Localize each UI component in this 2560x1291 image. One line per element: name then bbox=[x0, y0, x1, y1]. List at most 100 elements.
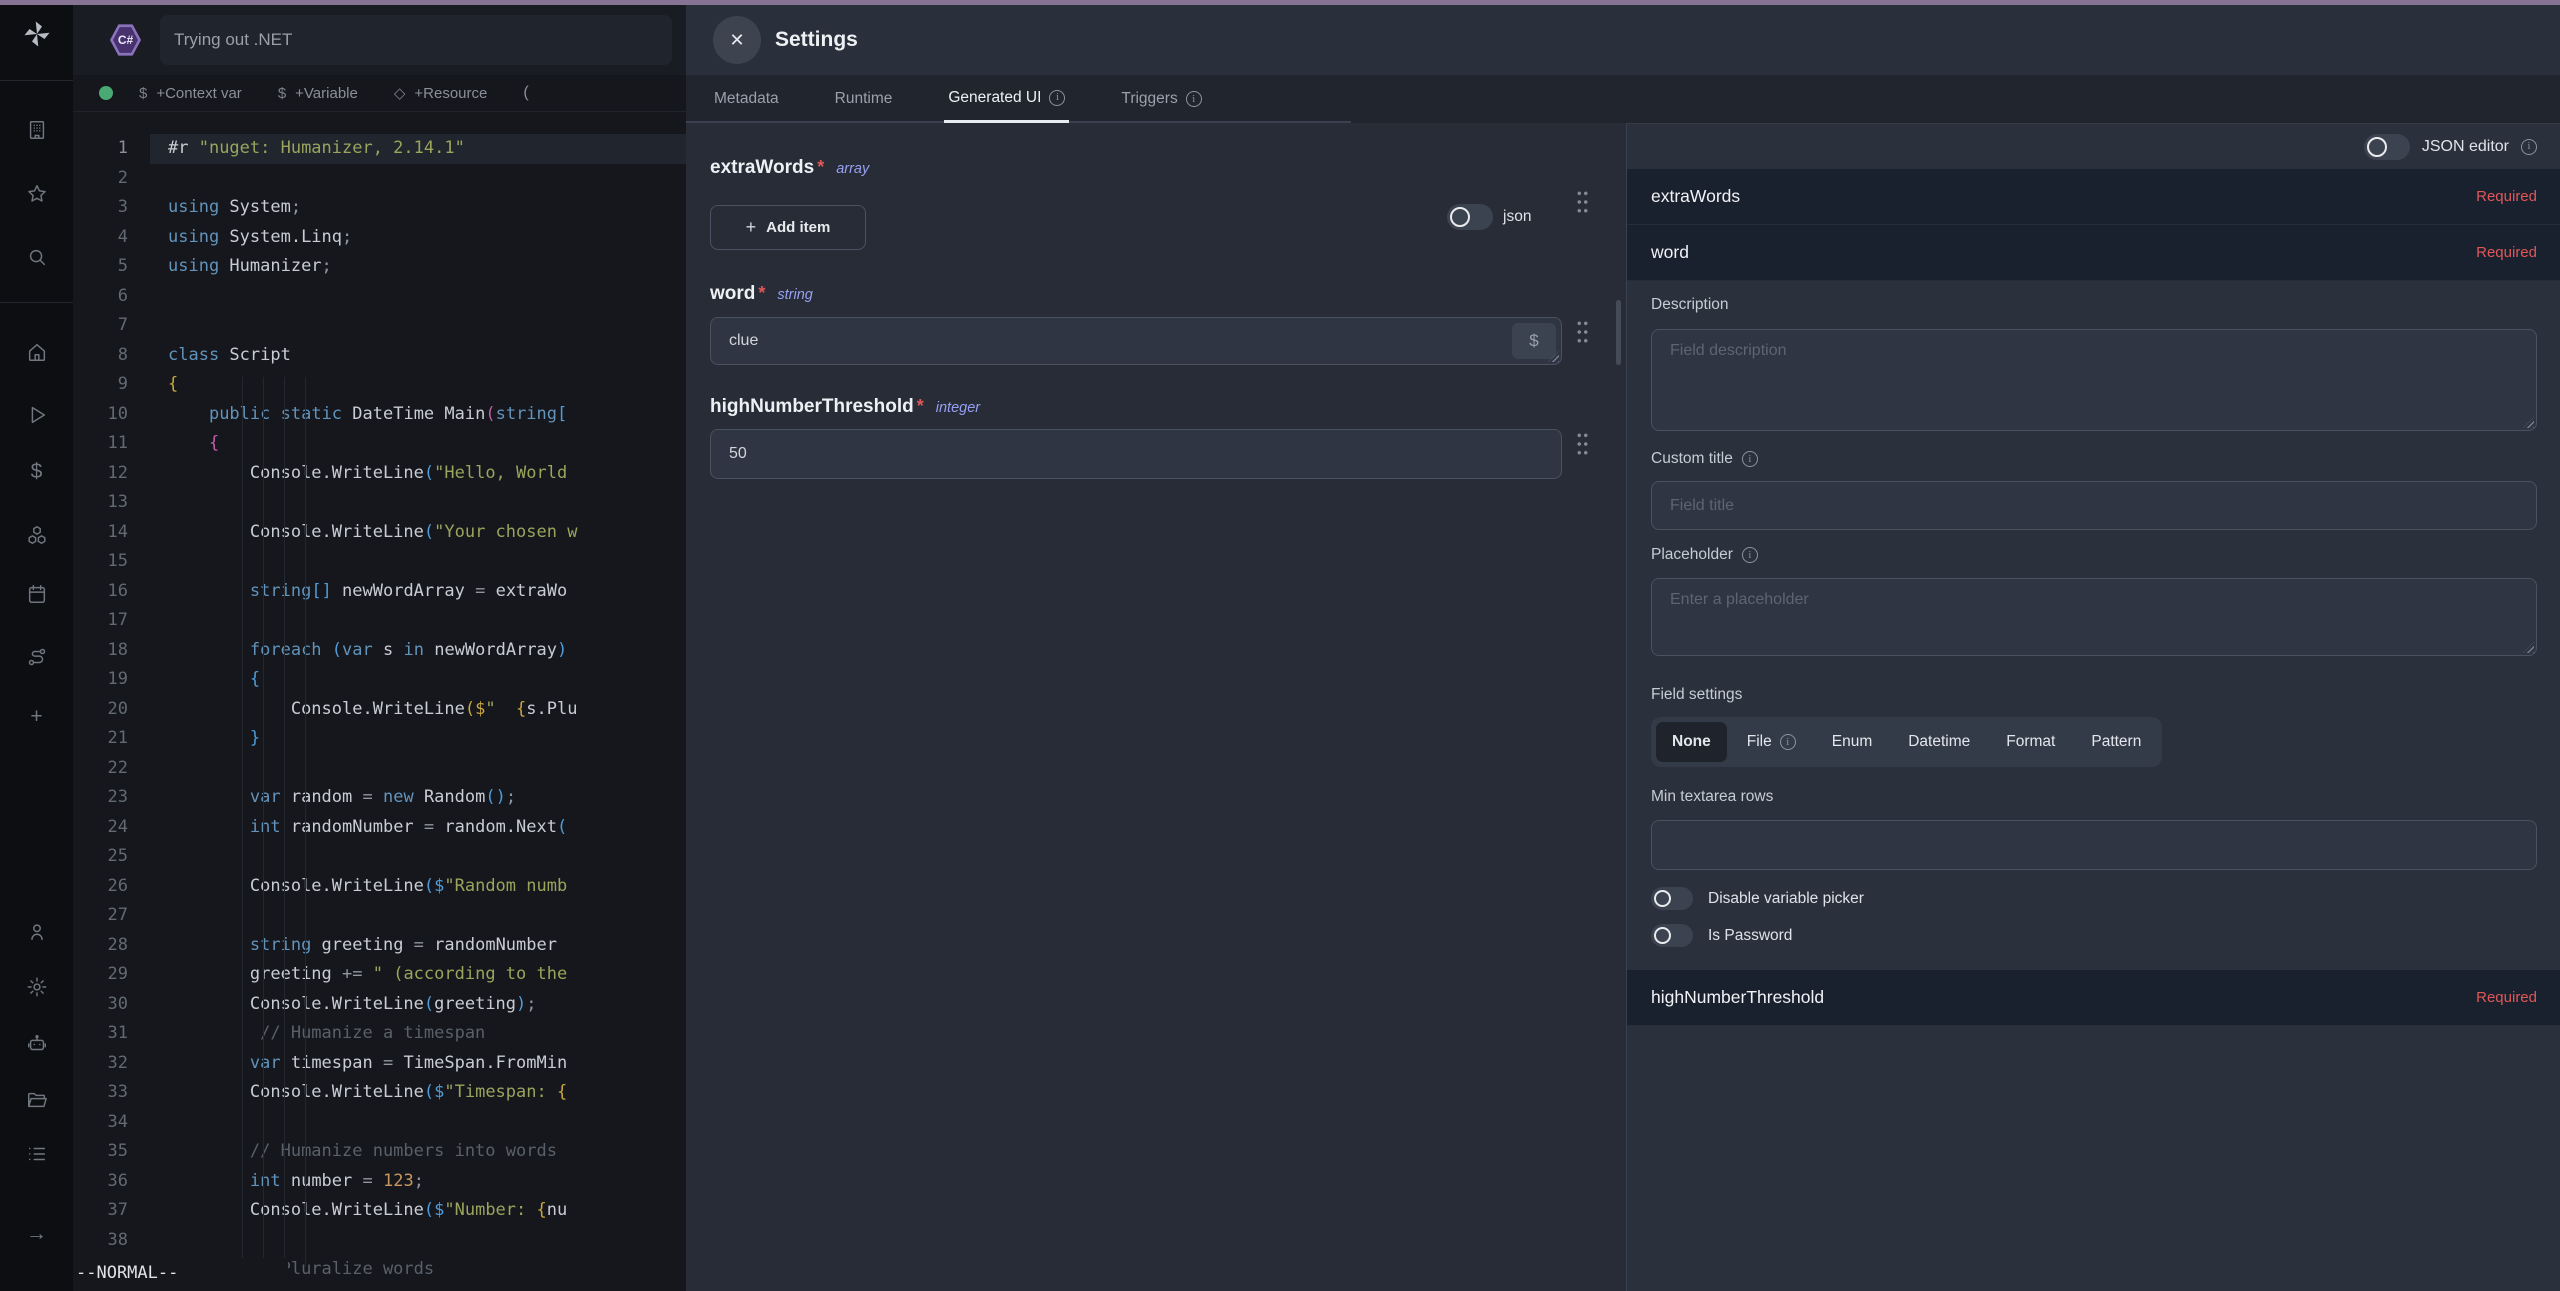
code-line[interactable]: 8class Script bbox=[73, 341, 686, 371]
runs-play-icon[interactable] bbox=[22, 402, 52, 428]
line-number: 23 bbox=[73, 783, 128, 813]
tab-metadata[interactable]: Metadata bbox=[710, 75, 783, 123]
tab-generated-ui[interactable]: Generated UI bbox=[944, 75, 1069, 123]
field-setting-option-enum[interactable]: Enum bbox=[1816, 722, 1889, 762]
panel-row-highnumberthreshold[interactable]: highNumberThreshold Required bbox=[1627, 970, 2560, 1026]
script-title-field[interactable]: Trying out .NET bbox=[160, 15, 672, 65]
field-setting-option-pattern[interactable]: Pattern bbox=[2075, 722, 2157, 762]
resources-cubes-icon[interactable] bbox=[22, 522, 52, 548]
is-password-toggle[interactable] bbox=[1651, 924, 1693, 947]
user-icon[interactable] bbox=[22, 919, 52, 945]
form-scrollbar[interactable] bbox=[1616, 300, 1621, 365]
code-line[interactable]: 22 bbox=[73, 754, 686, 784]
line-text: Console.WriteLine("Hello, World bbox=[128, 459, 567, 489]
toolbar-button--resource[interactable]: ◇+Resource bbox=[394, 84, 488, 102]
code-line[interactable]: 29 greeting += " (according to the bbox=[73, 960, 686, 990]
min-textarea-rows-input[interactable] bbox=[1651, 820, 2537, 870]
code-editor[interactable]: 1#r "nuget: Humanizer, 2.14.1"23using Sy… bbox=[73, 112, 686, 1291]
panel-row-extrawords[interactable]: extraWords Required bbox=[1627, 169, 2560, 225]
code-line[interactable]: 20 Console.WriteLine($" {s.Plu bbox=[73, 695, 686, 725]
code-line[interactable]: 4using System.Linq; bbox=[73, 223, 686, 253]
word-input[interactable] bbox=[710, 317, 1562, 365]
code-line[interactable]: 37 Console.WriteLine($"Number: {nu bbox=[73, 1196, 686, 1226]
code-line[interactable]: 28 string greeting = randomNumber bbox=[73, 931, 686, 961]
logs-list-icon[interactable] bbox=[22, 1141, 52, 1167]
code-line[interactable]: 38 bbox=[73, 1226, 686, 1256]
code-line[interactable]: 25 bbox=[73, 842, 686, 872]
code-line[interactable]: 7 bbox=[73, 311, 686, 341]
code-line[interactable]: 2 bbox=[73, 164, 686, 194]
description-textarea[interactable] bbox=[1651, 329, 2537, 431]
placeholder-textarea[interactable] bbox=[1651, 578, 2537, 656]
code-line[interactable]: 14 Console.WriteLine("Your chosen w bbox=[73, 518, 686, 548]
close-icon[interactable] bbox=[713, 16, 761, 64]
code-line[interactable]: 10 public static DateTime Main(string[ bbox=[73, 400, 686, 430]
code-line[interactable]: 23 var random = new Random(); bbox=[73, 783, 686, 813]
code-line[interactable]: 15 bbox=[73, 547, 686, 577]
code-line[interactable]: 33 Console.WriteLine($"Timespan: { bbox=[73, 1078, 686, 1108]
home-icon[interactable] bbox=[22, 339, 52, 365]
code-line[interactable]: 31 // Humanize a timespan bbox=[73, 1019, 686, 1049]
drag-handle-extrawords[interactable] bbox=[1576, 189, 1589, 215]
code-line[interactable]: 24 int randomNumber = random.Next( bbox=[73, 813, 686, 843]
code-line[interactable]: 18 foreach (var s in newWordArray) bbox=[73, 636, 686, 666]
code-line[interactable]: 6 bbox=[73, 282, 686, 312]
code-line[interactable]: 16 string[] newWordArray = extraWo bbox=[73, 577, 686, 607]
code-line[interactable]: 35 // Humanize numbers into words bbox=[73, 1137, 686, 1167]
drag-handle-word[interactable] bbox=[1576, 319, 1589, 345]
code-line[interactable]: 30 Console.WriteLine(greeting); bbox=[73, 990, 686, 1020]
info-icon[interactable] bbox=[1742, 451, 1758, 467]
line-number: 25 bbox=[73, 842, 128, 872]
field-setting-option-file[interactable]: File bbox=[1731, 722, 1812, 762]
custom-title-input[interactable] bbox=[1651, 481, 2537, 530]
code-line[interactable]: 32 var timespan = TimeSpan.FromMin bbox=[73, 1049, 686, 1079]
folders-icon[interactable] bbox=[22, 1087, 52, 1113]
code-line[interactable]: 36 int number = 123; bbox=[73, 1167, 686, 1197]
add-item-button[interactable]: + Add item bbox=[710, 205, 866, 250]
field-setting-option-datetime[interactable]: Datetime bbox=[1892, 722, 1986, 762]
code-line[interactable]: 12 Console.WriteLine("Hello, World bbox=[73, 459, 686, 489]
code-line[interactable]: 26 Console.WriteLine($"Random numb bbox=[73, 872, 686, 902]
workspace-icon[interactable] bbox=[22, 117, 52, 143]
code-line[interactable]: 11 { bbox=[73, 429, 686, 459]
favorites-star-icon[interactable] bbox=[22, 181, 52, 207]
create-plus-icon[interactable]: + bbox=[22, 704, 52, 730]
expand-arrow-icon[interactable]: → bbox=[22, 1221, 52, 1247]
highnumberthreshold-input[interactable] bbox=[710, 429, 1562, 479]
json-toggle[interactable] bbox=[1447, 204, 1493, 230]
disable-variable-picker-toggle[interactable] bbox=[1651, 887, 1693, 910]
code-line[interactable]: 19 { bbox=[73, 665, 686, 695]
info-icon[interactable] bbox=[2521, 139, 2537, 155]
variables-dollar-icon[interactable]: $ bbox=[22, 459, 52, 485]
panel-row-word[interactable]: word Required bbox=[1627, 225, 2560, 281]
code-line[interactable]: 9{ bbox=[73, 370, 686, 400]
schedules-calendar-icon[interactable] bbox=[22, 581, 52, 607]
code-line[interactable]: 3using System; bbox=[73, 193, 686, 223]
code-line[interactable]: 5using Humanizer; bbox=[73, 252, 686, 282]
code-line[interactable]: 21 } bbox=[73, 724, 686, 754]
toolbar-button--variable[interactable]: $+Variable bbox=[278, 84, 358, 102]
info-icon[interactable] bbox=[1742, 547, 1758, 563]
ai-robot-icon[interactable] bbox=[22, 1031, 52, 1057]
settings-gear-icon[interactable] bbox=[22, 974, 52, 1000]
info-icon[interactable] bbox=[1049, 90, 1065, 106]
code-line[interactable]: 17 bbox=[73, 606, 686, 636]
drag-handle-highnumberthreshold[interactable] bbox=[1576, 431, 1589, 457]
option-label: Enum bbox=[1832, 733, 1873, 751]
toolbar-button--context-var[interactable]: $+Context var bbox=[139, 84, 242, 102]
tab-runtime[interactable]: Runtime bbox=[831, 75, 897, 123]
code-line[interactable]: 1#r "nuget: Humanizer, 2.14.1" bbox=[73, 134, 686, 164]
variable-picker-button[interactable]: $ bbox=[1512, 323, 1556, 359]
json-editor-toggle[interactable] bbox=[2364, 134, 2410, 160]
flows-route-icon[interactable] bbox=[22, 644, 52, 670]
field-setting-option-format[interactable]: Format bbox=[1990, 722, 2071, 762]
tab-triggers[interactable]: Triggers bbox=[1117, 75, 1205, 123]
code-line[interactable]: 34 bbox=[73, 1108, 686, 1138]
info-icon[interactable] bbox=[1186, 91, 1202, 107]
line-number: 27 bbox=[73, 901, 128, 931]
windmill-logo-icon[interactable] bbox=[22, 12, 52, 56]
search-icon[interactable] bbox=[22, 244, 52, 270]
field-setting-option-none[interactable]: None bbox=[1656, 722, 1727, 762]
code-line[interactable]: 13 bbox=[73, 488, 686, 518]
code-line[interactable]: 27 bbox=[73, 901, 686, 931]
